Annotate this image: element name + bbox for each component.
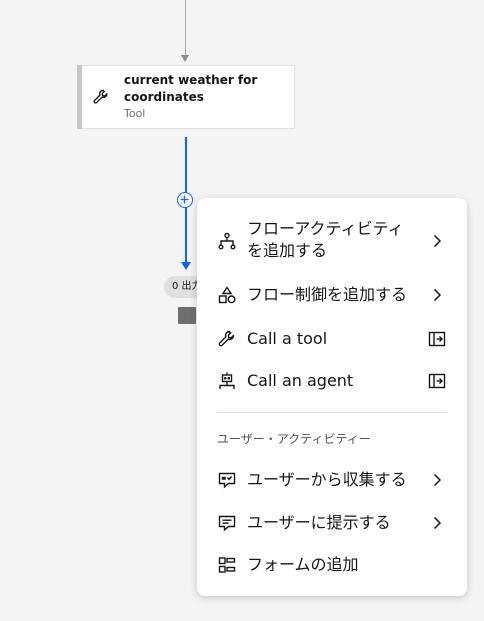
wrench-icon [217,329,237,349]
chat-present-icon [217,513,237,533]
menu-item-label: フロー制御を追加する [247,285,408,304]
connector-arrow-top [181,55,189,62]
chevron-right-icon [427,231,447,251]
menu-item-label: ユーザーに提示する [247,513,391,532]
launch-icon [427,329,447,349]
menu-item-add-form[interactable]: フォームの追加 [197,552,467,578]
add-step-button[interactable] [177,192,193,208]
launch-icon [427,371,447,391]
node-stripe [77,65,82,129]
menu-item-collect-from-user[interactable]: ユーザーから収集する [197,467,467,493]
connector-arrow-active [181,262,191,270]
chevron-right-icon [427,513,447,533]
flow-tree-icon [217,231,237,251]
menu-item-add-flow-control[interactable]: フロー制御を追加する [197,282,467,308]
menu-item-label: Call an agent [247,371,354,390]
menu-item-call-agent[interactable]: Call an agent [197,368,467,394]
connector-line-top [185,0,186,56]
node-subtitle: Tool [124,107,146,120]
node-title: current weather for coordinates [124,73,258,104]
menu-item-label: フローアクティビティを追加する [247,219,404,260]
tool-node[interactable]: current weather for coordinates Tool [77,65,295,129]
menu-section-title: ユーザー・アクティビティー [217,432,371,446]
chevron-right-icon [427,470,447,490]
add-step-menu: フローアクティビティを追加する フロー制御を追加する Call a tool C… [197,198,467,596]
menu-item-add-flow-activity[interactable]: フローアクティビティを追加する [197,218,467,264]
shapes-icon [217,285,237,305]
wrench-icon [92,88,110,106]
menu-divider [217,412,447,413]
chat-collect-icon [217,470,237,490]
menu-item-label: ユーザーから収集する [247,470,407,489]
menu-item-call-tool[interactable]: Call a tool [197,326,467,352]
menu-item-label: Call a tool [247,329,328,348]
agent-icon [217,371,237,391]
end-node[interactable] [178,307,196,324]
menu-item-present-to-user[interactable]: ユーザーに提示する [197,510,467,536]
menu-item-label: フォームの追加 [247,555,359,574]
form-icon [217,555,237,575]
chevron-right-icon [427,285,447,305]
add-circle-icon [180,195,189,204]
